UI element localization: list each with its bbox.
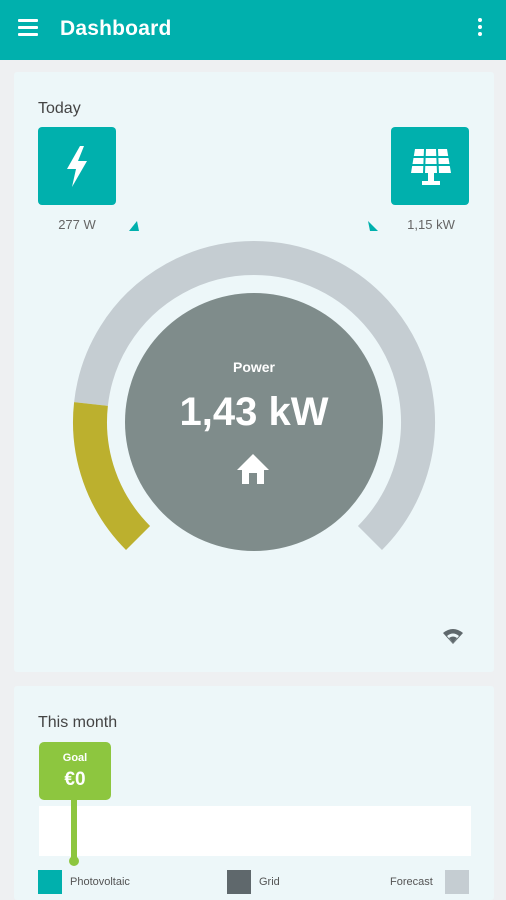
legend-swatch-grid <box>227 870 251 894</box>
legend-label-forecast: Forecast <box>390 876 433 888</box>
app-bar: Dashboard <box>0 0 506 60</box>
legend-swatch-photovoltaic <box>38 870 62 894</box>
goal-dot <box>69 856 79 866</box>
month-card: This month Goal €0 Photovoltaic Grid For… <box>14 686 494 900</box>
legend-label-photovoltaic: Photovoltaic <box>70 876 130 888</box>
power-label: Power <box>232 359 275 375</box>
hamburger-menu-icon[interactable] <box>18 19 42 41</box>
goal-marker[interactable]: Goal €0 <box>39 742 111 800</box>
today-card: Today 277 W 1,15 kW Power 1,43 kW <box>14 72 494 672</box>
goal-label: Goal <box>62 752 88 764</box>
goal-stem <box>71 800 77 862</box>
month-title: This month <box>38 714 118 731</box>
power-value: 1,43 kW <box>179 390 329 434</box>
page-title: Dashboard <box>60 17 172 40</box>
legend-label-grid: Grid <box>259 876 280 888</box>
more-vertical-icon[interactable] <box>476 18 484 40</box>
goal-value: €0 <box>64 769 86 790</box>
home-icon <box>237 454 269 484</box>
monthly-bar-track <box>39 806 471 856</box>
wifi-signal-icon <box>443 629 463 644</box>
legend-swatch-forecast <box>445 870 469 894</box>
